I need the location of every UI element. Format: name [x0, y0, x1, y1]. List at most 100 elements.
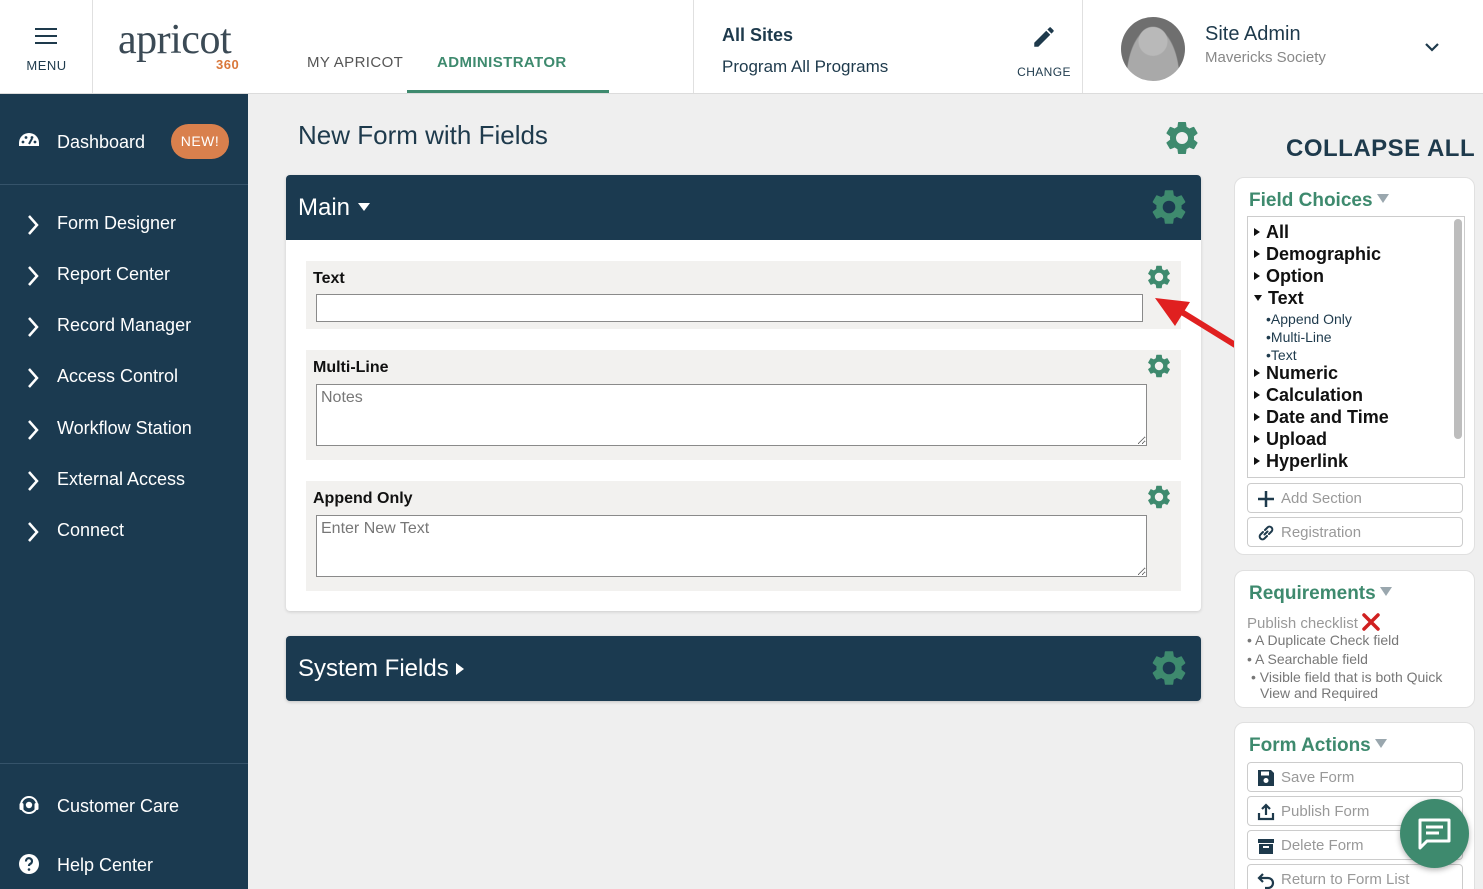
list-item-hyperlink[interactable]: Hyperlink	[1254, 451, 1348, 472]
avatar[interactable]	[1121, 17, 1185, 81]
sidebar-item-customer-care[interactable]: Customer Care	[0, 786, 248, 826]
form-actions-title[interactable]: Form Actions	[1249, 735, 1387, 757]
caret-right-icon	[1254, 250, 1260, 258]
link-icon	[1258, 525, 1274, 541]
caret-right-icon	[1254, 457, 1260, 465]
chat-button[interactable]	[1400, 799, 1469, 868]
sidebar-footer: Customer Care Help Center	[0, 763, 248, 889]
notes-textarea[interactable]	[316, 384, 1147, 446]
x-mark-icon	[1362, 613, 1380, 631]
chevron-right-icon	[28, 317, 39, 337]
undo-icon	[1257, 873, 1275, 889]
list-item-multi-line[interactable]: •Multi-Line	[1266, 329, 1332, 345]
top-bar: MENU apricot 360 MY APRICOT ADMINISTRATO…	[0, 0, 1483, 94]
sidebar-item-report-center[interactable]: Report Center	[0, 255, 248, 295]
sidebar-item-help-center[interactable]: Help Center	[0, 845, 248, 885]
append-textarea[interactable]	[316, 515, 1147, 577]
text-input[interactable]	[316, 294, 1143, 322]
list-item-option[interactable]: Option	[1254, 266, 1324, 287]
active-tab-indicator	[407, 90, 609, 93]
section-header-main[interactable]: Main	[286, 175, 1201, 240]
section-main: Main Text Multi-Line Append Only	[286, 175, 1201, 611]
list-item-calculation[interactable]: Calculation	[1254, 385, 1363, 406]
caret-right-icon	[1254, 391, 1260, 399]
field-choices-title[interactable]: Field Choices	[1249, 190, 1389, 212]
field-label: Text	[313, 270, 345, 287]
sidebar-item-record-manager[interactable]: Record Manager	[0, 306, 248, 346]
list-item-numeric[interactable]: Numeric	[1254, 363, 1338, 384]
field-text[interactable]: Text	[306, 261, 1181, 329]
change-site-button[interactable]: CHANGE	[1014, 24, 1074, 79]
gear-icon[interactable]	[1148, 647, 1190, 689]
requirement-item: • A Duplicate Check field	[1247, 632, 1399, 648]
chevron-right-icon	[28, 266, 39, 286]
menu-label: MENU	[26, 58, 67, 73]
list-item-demographic[interactable]: Demographic	[1254, 244, 1381, 265]
list-item-date-and-time[interactable]: Date and Time	[1254, 407, 1389, 428]
logo-sub: 360	[216, 57, 240, 72]
caret-right-icon	[1254, 369, 1260, 377]
caret-right-icon	[1254, 413, 1260, 421]
add-section-button[interactable]: Add Section	[1247, 483, 1463, 513]
list-item-upload[interactable]: Upload	[1254, 429, 1327, 450]
caret-right-icon	[456, 663, 465, 675]
sidebar-item-label: External Access	[57, 469, 186, 489]
sidebar-item-label: Report Center	[57, 264, 171, 284]
sidebar-item-external-access[interactable]: External Access	[0, 460, 248, 500]
chevron-right-icon	[28, 215, 39, 235]
site-selector: All Sites Program All Programs CHANGE	[693, 0, 1083, 93]
list-item-all[interactable]: All	[1254, 222, 1289, 243]
requirement-item: • Visible field that is both Quick View …	[1251, 669, 1443, 701]
sidebar-item-dashboard[interactable]: Dashboard NEW!	[0, 94, 248, 185]
tab-administrator[interactable]: ADMINISTRATOR	[437, 54, 567, 71]
caret-right-icon	[1254, 228, 1260, 236]
save-icon	[1258, 770, 1274, 786]
field-append-only[interactable]: Append Only	[306, 481, 1181, 591]
field-multi-line[interactable]: Multi-Line	[306, 350, 1181, 460]
sidebar-item-connect[interactable]: Connect	[0, 511, 248, 551]
requirements-panel: Requirements Publish checklist • A Dupli…	[1234, 570, 1475, 708]
chevron-down-icon[interactable]	[1423, 38, 1441, 56]
menu-button[interactable]: MENU	[0, 0, 93, 93]
sidebar-item-label: Help Center	[57, 855, 154, 875]
requirements-title[interactable]: Requirements	[1249, 583, 1392, 605]
collapse-all-button[interactable]: COLLAPSE ALL	[1286, 135, 1475, 163]
chevron-right-icon	[28, 522, 39, 542]
gear-icon[interactable]	[1148, 186, 1190, 228]
hamburger-icon	[35, 28, 57, 49]
change-label: CHANGE	[1017, 65, 1071, 79]
site-program: Program All Programs	[722, 57, 889, 76]
sidebar-item-workflow-station[interactable]: Workflow Station	[0, 409, 248, 449]
registration-button[interactable]: Registration	[1247, 517, 1463, 547]
save-form-button[interactable]: Save Form	[1247, 762, 1463, 792]
field-label: Append Only	[313, 490, 413, 507]
chat-icon	[1418, 818, 1451, 850]
caret-down-icon	[1376, 194, 1389, 203]
pencil-icon	[1034, 27, 1054, 47]
site-title: All Sites	[722, 25, 794, 45]
tab-my-apricot[interactable]: MY APRICOT	[307, 54, 403, 71]
archive-icon	[1258, 839, 1274, 854]
list-item-append-only[interactable]: •Append Only	[1266, 311, 1352, 327]
list-item-text[interactable]: Text	[1254, 288, 1304, 309]
sidebar-item-label: Record Manager	[57, 315, 192, 335]
user-org: Mavericks Society	[1205, 49, 1326, 66]
gear-icon[interactable]	[1145, 263, 1173, 291]
chevron-right-icon	[28, 368, 39, 388]
sidebar-item-form-designer[interactable]: Form Designer	[0, 204, 248, 244]
sidebar-item-label: Dashboard	[57, 132, 146, 152]
section-title: Main	[298, 194, 371, 222]
sidebar-item-label: Connect	[57, 520, 125, 540]
sidebar-item-label: Access Control	[57, 366, 179, 386]
list-item-text-field[interactable]: •Text	[1266, 347, 1297, 363]
scrollbar[interactable]	[1454, 219, 1462, 439]
dashboard-icon	[19, 133, 39, 146]
plus-icon	[1258, 491, 1274, 507]
gear-icon[interactable]	[1162, 118, 1202, 158]
field-choices-list: All Demographic Option Text •Append Only…	[1247, 216, 1465, 478]
section-system-fields[interactable]: System Fields	[286, 636, 1201, 701]
sidebar-item-access-control[interactable]: Access Control	[0, 357, 248, 397]
gear-icon[interactable]	[1145, 483, 1173, 511]
requirement-item: • A Searchable field	[1247, 651, 1368, 667]
section-title[interactable]: System Fields	[298, 655, 465, 683]
